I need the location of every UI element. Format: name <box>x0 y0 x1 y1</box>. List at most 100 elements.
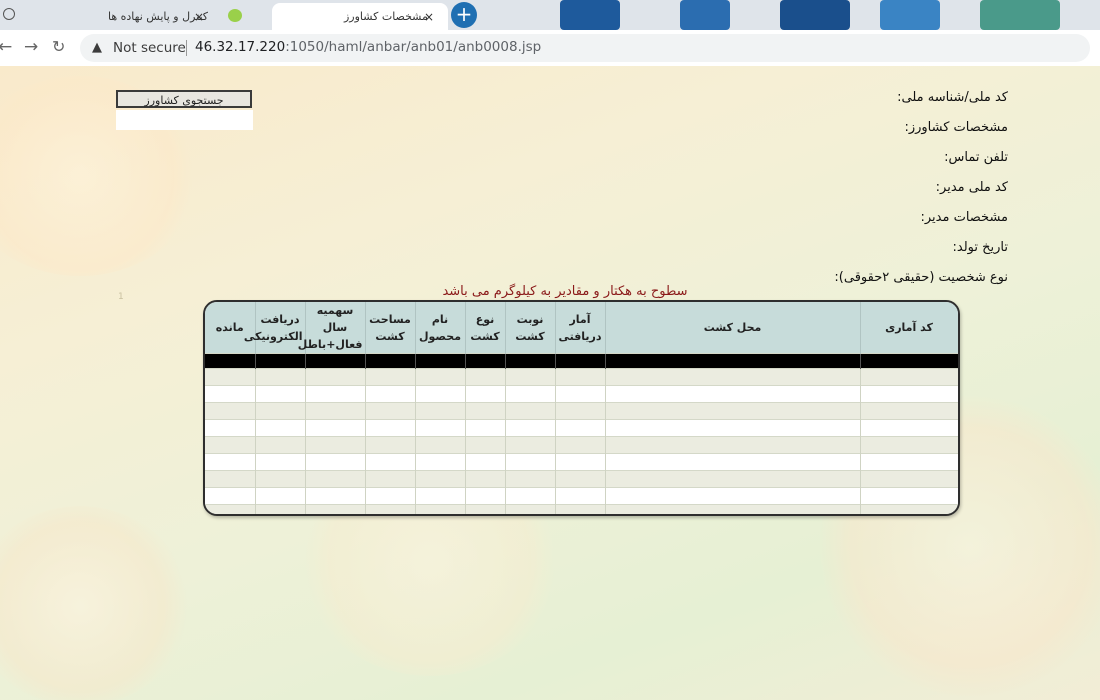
table-cell[interactable] <box>860 436 958 454</box>
table-cell[interactable] <box>505 402 556 420</box>
table-cell[interactable] <box>365 436 416 454</box>
table-cell[interactable] <box>365 419 416 437</box>
table-cell[interactable] <box>365 487 416 505</box>
table-cell[interactable] <box>255 453 306 471</box>
table-cell[interactable] <box>860 470 958 488</box>
table-cell[interactable] <box>505 487 556 505</box>
table-row[interactable] <box>205 453 958 471</box>
table-row[interactable] <box>205 385 958 403</box>
table-cell[interactable] <box>605 470 861 488</box>
col-stat-code[interactable]: کد آماری <box>860 302 958 354</box>
col-stats[interactable]: آمار دریافتی <box>555 302 606 354</box>
table-cell[interactable] <box>555 453 606 471</box>
table-cell[interactable] <box>415 487 466 505</box>
table-cell[interactable] <box>505 385 556 403</box>
table-cell[interactable] <box>255 504 306 514</box>
table-cell[interactable] <box>505 470 556 488</box>
table-cell[interactable] <box>205 453 256 471</box>
table-cell[interactable] <box>505 453 556 471</box>
url-text[interactable]: 46.32.17.220:1050/haml/anbar/anb01/anb00… <box>195 39 541 55</box>
table-cell[interactable] <box>205 470 256 488</box>
table-cell[interactable] <box>860 419 958 437</box>
search-input[interactable] <box>116 110 253 130</box>
table-cell[interactable] <box>415 504 466 514</box>
table-cell[interactable] <box>365 402 416 420</box>
table-cell[interactable] <box>465 487 506 505</box>
table-cell[interactable] <box>465 504 506 514</box>
close-tab-icon[interactable]: × <box>194 10 204 24</box>
table-cell[interactable] <box>415 419 466 437</box>
table-cell[interactable] <box>605 487 861 505</box>
table-cell[interactable] <box>465 436 506 454</box>
search-farmer-button[interactable]: جستجوی کشاورز <box>116 90 252 108</box>
table-cell[interactable] <box>415 453 466 471</box>
table-row[interactable] <box>205 436 958 454</box>
close-tab-icon[interactable]: × <box>424 10 434 24</box>
table-cell[interactable] <box>305 504 366 514</box>
table-cell[interactable] <box>555 402 606 420</box>
table-row[interactable] <box>205 419 958 437</box>
col-product[interactable]: نام محصول <box>415 302 466 354</box>
table-cell[interactable] <box>205 436 256 454</box>
table-cell[interactable] <box>505 368 556 386</box>
forward-icon[interactable]: → <box>24 38 38 56</box>
table-cell[interactable] <box>505 419 556 437</box>
table-cell[interactable] <box>465 385 506 403</box>
back-icon[interactable]: ← <box>0 38 12 56</box>
table-cell[interactable] <box>605 453 861 471</box>
table-cell[interactable] <box>465 419 506 437</box>
table-cell[interactable] <box>205 487 256 505</box>
col-crop-type[interactable]: نوع کشت <box>465 302 506 354</box>
tab-control-inputs[interactable]: کنترل و پایش نهاده ها × <box>0 3 220 30</box>
table-cell[interactable] <box>505 436 556 454</box>
table-cell[interactable] <box>605 368 861 386</box>
table-cell[interactable] <box>255 436 306 454</box>
col-season[interactable]: نوبت کشت <box>505 302 556 354</box>
table-cell[interactable] <box>415 368 466 386</box>
table-cell[interactable] <box>365 453 416 471</box>
table-cell[interactable] <box>365 385 416 403</box>
table-cell[interactable] <box>305 385 366 403</box>
table-row[interactable] <box>205 504 958 514</box>
table-cell[interactable] <box>605 385 861 403</box>
table-row[interactable] <box>205 402 958 420</box>
table-cell[interactable] <box>255 470 306 488</box>
table-cell[interactable] <box>605 504 861 514</box>
table-cell[interactable] <box>605 402 861 420</box>
table-cell[interactable] <box>305 419 366 437</box>
table-cell[interactable] <box>305 436 366 454</box>
table-cell[interactable] <box>365 368 416 386</box>
table-cell[interactable] <box>505 504 556 514</box>
table-cell[interactable] <box>860 385 958 403</box>
tab-chat[interactable] <box>220 3 272 30</box>
address-bar[interactable]: ▲ Not secure 46.32.17.220:1050/haml/anba… <box>80 34 1090 62</box>
table-cell[interactable] <box>860 487 958 505</box>
table-row[interactable] <box>205 368 958 386</box>
table-cell[interactable] <box>465 453 506 471</box>
table-cell[interactable] <box>860 453 958 471</box>
table-cell[interactable] <box>605 419 861 437</box>
table-cell[interactable] <box>305 402 366 420</box>
table-cell[interactable] <box>860 504 958 514</box>
table-cell[interactable] <box>305 470 366 488</box>
tab-farmer-profile[interactable]: مشخصات کشاورز × <box>272 3 448 30</box>
table-cell[interactable] <box>555 419 606 437</box>
table-cell[interactable] <box>860 402 958 420</box>
table-cell[interactable] <box>255 419 306 437</box>
table-cell[interactable] <box>305 368 366 386</box>
table-cell[interactable] <box>555 504 606 514</box>
table-cell[interactable] <box>415 402 466 420</box>
table-cell[interactable] <box>860 368 958 386</box>
table-cell[interactable] <box>205 419 256 437</box>
table-cell[interactable] <box>415 436 466 454</box>
table-cell[interactable] <box>605 436 861 454</box>
table-cell[interactable] <box>305 453 366 471</box>
table-cell[interactable] <box>255 402 306 420</box>
table-row[interactable] <box>205 487 958 505</box>
table-cell[interactable] <box>255 487 306 505</box>
table-cell[interactable] <box>365 470 416 488</box>
table-cell[interactable] <box>465 402 506 420</box>
table-cell[interactable] <box>465 470 506 488</box>
table-cell[interactable] <box>205 504 256 514</box>
table-cell[interactable] <box>555 470 606 488</box>
